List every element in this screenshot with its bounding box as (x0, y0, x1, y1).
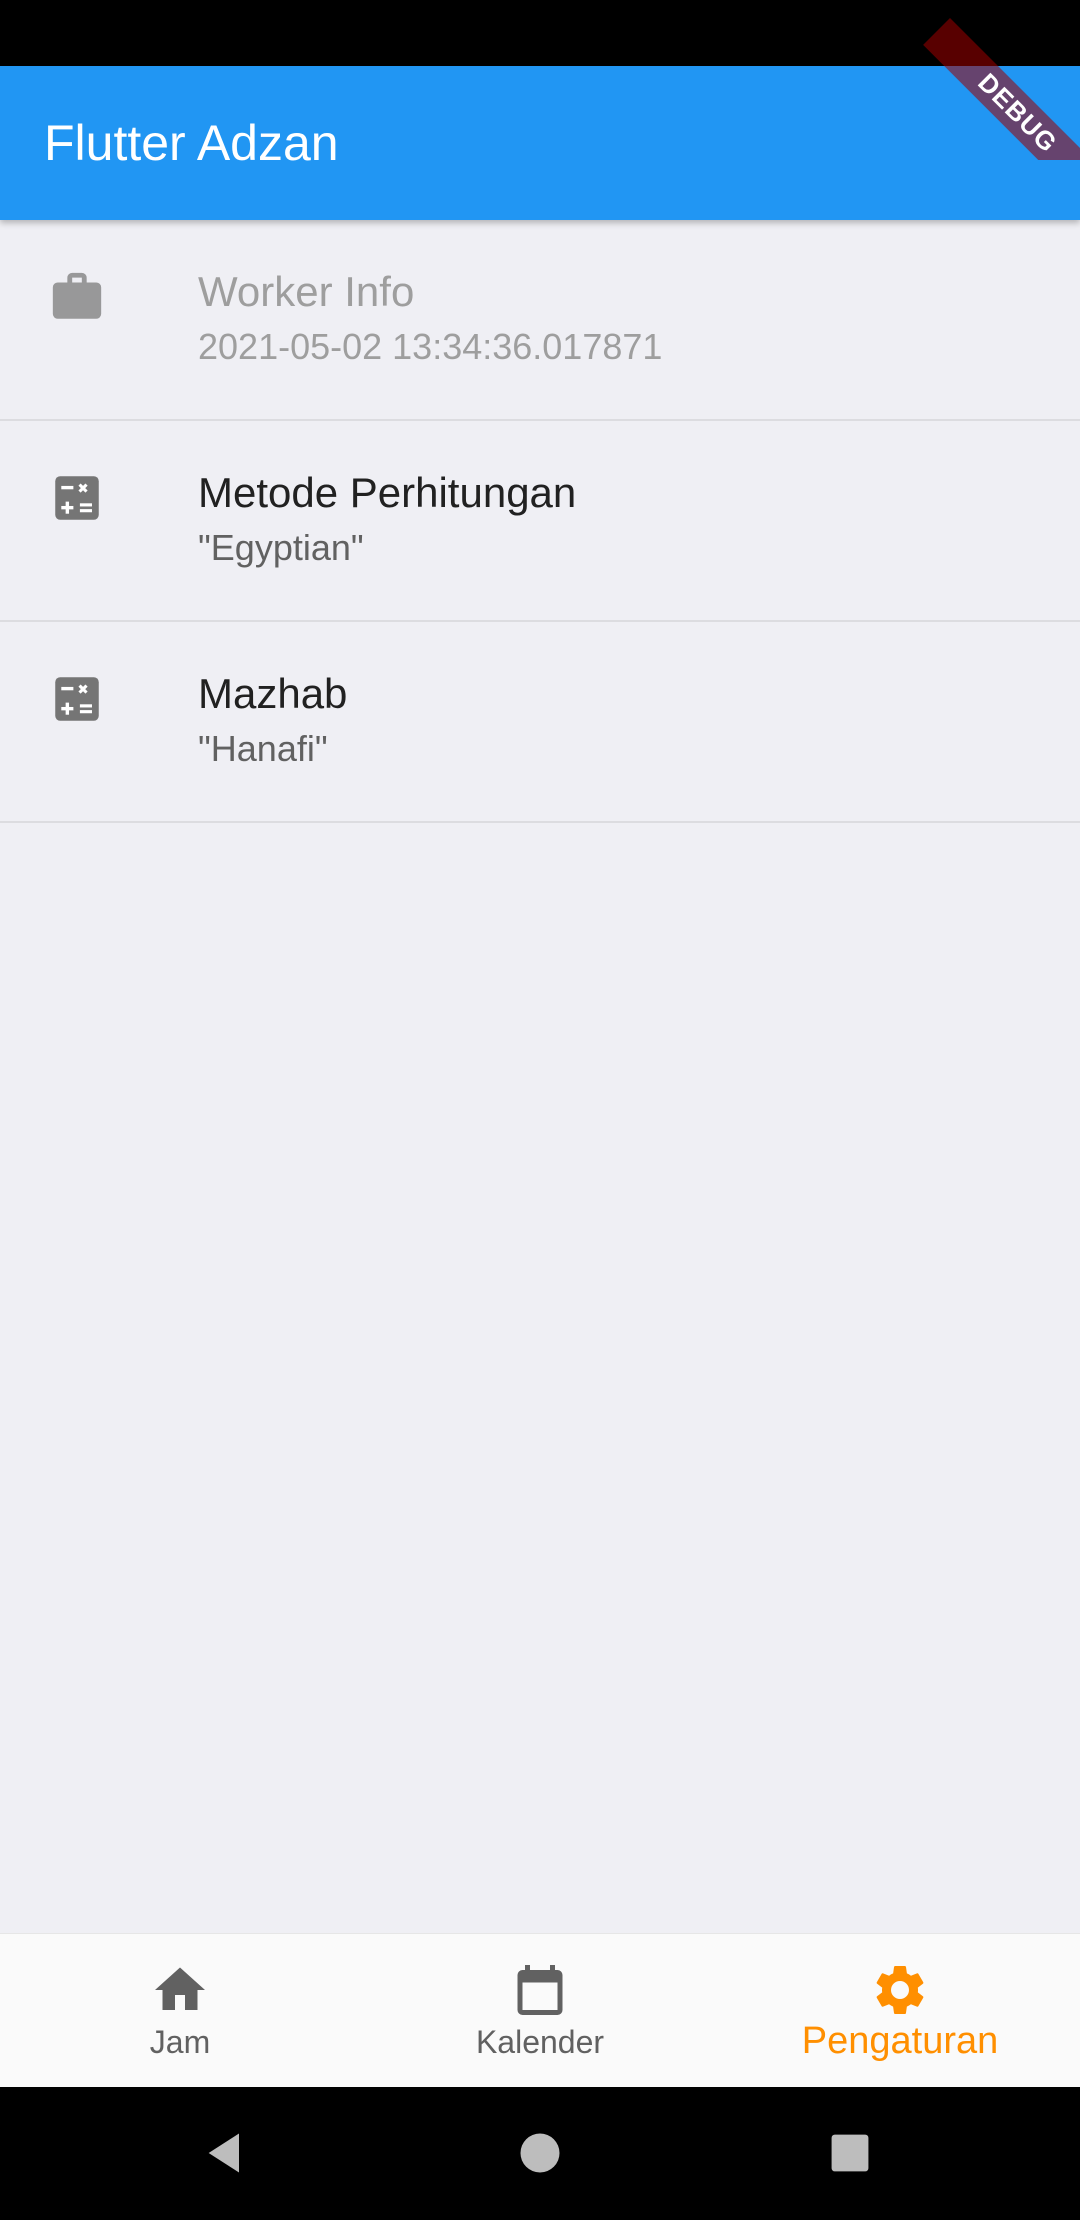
calculate-icon (48, 469, 106, 527)
system-navigation-bar (0, 2087, 1080, 2220)
nav-item-pengaturan[interactable]: Pengaturan (720, 1934, 1080, 2087)
home-icon (150, 1960, 210, 2020)
status-bar (0, 0, 1080, 66)
work-icon (48, 268, 106, 326)
calendar-icon (510, 1960, 570, 2020)
settings-list: Worker Info 2021-05-02 13:34:36.017871 M… (0, 220, 1080, 1933)
nav-item-jam[interactable]: Jam (0, 1934, 360, 2087)
home-circle-icon[interactable] (514, 2127, 566, 2179)
nav-label: Jam (149, 2024, 211, 2060)
settings-item-title: Worker Info (198, 268, 415, 315)
nav-label: Kalender (475, 2024, 605, 2060)
calculate-icon (48, 670, 106, 728)
settings-item-subtitle: 2021-05-02 13:34:36.017871 (198, 326, 663, 367)
bottom-navigation-bar: Jam Kalender Pengaturan (0, 1933, 1080, 2087)
settings-item-worker-info[interactable]: Worker Info 2021-05-02 13:34:36.017871 (0, 220, 1080, 421)
nav-item-kalender[interactable]: Kalender (360, 1934, 720, 2087)
settings-item-title: Metode Perhitungan (198, 469, 577, 516)
app-title: Flutter Adzan (44, 115, 339, 171)
settings-item-subtitle: "Egyptian" (198, 527, 364, 568)
settings-item-title: Mazhab (198, 670, 348, 717)
nav-label: Pengaturan (801, 2020, 999, 2062)
settings-item-subtitle: "Hanafi" (198, 728, 328, 769)
settings-item-metode-perhitungan[interactable]: Metode Perhitungan "Egyptian" (0, 421, 1080, 622)
back-icon[interactable] (200, 2127, 252, 2179)
settings-item-mazhab[interactable]: Mazhab "Hanafi" (0, 622, 1080, 823)
app-bar: Flutter Adzan (0, 66, 1080, 220)
recents-icon[interactable] (824, 2127, 876, 2179)
gear-icon (870, 1960, 930, 2020)
